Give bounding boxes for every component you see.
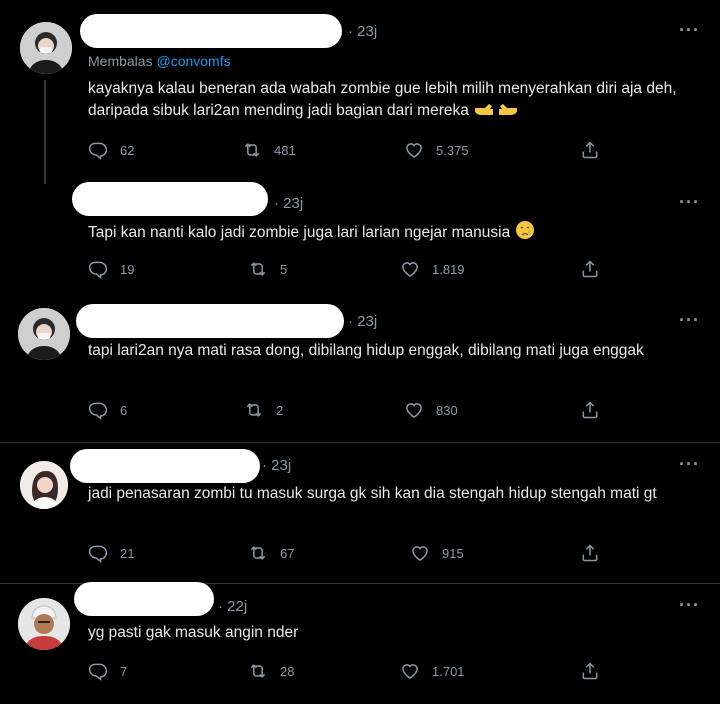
heart-icon (410, 543, 430, 563)
tweet-actions: 7 28 1.701 (88, 661, 608, 683)
tweet-2[interactable]: · 23j ··· Tapi kan nanti kalo jadi zombi… (0, 172, 720, 292)
tweet-text: Tapi kan nanti kalo jadi zombie juga lar… (88, 220, 700, 247)
redacted-username (74, 582, 214, 616)
retweet-button[interactable]: 2 (244, 400, 283, 420)
reply-context: Membalas @convomfs (88, 53, 231, 69)
share-icon (580, 140, 600, 160)
like-count: 1.701 (432, 663, 465, 679)
reply-handle[interactable]: @convomfs (156, 53, 230, 69)
retweet-count: 67 (280, 545, 295, 561)
reply-button[interactable]: 7 (88, 661, 127, 681)
reply-count: 7 (120, 663, 128, 679)
redacted-username (80, 14, 342, 48)
reply-button[interactable]: 21 (88, 543, 134, 563)
share-icon (580, 661, 600, 681)
avatar[interactable] (18, 598, 70, 650)
reply-button[interactable]: 19 (88, 259, 134, 279)
retweet-icon (244, 400, 264, 420)
timestamp[interactable]: · 23j (348, 313, 377, 330)
more-icon[interactable]: ··· (679, 192, 700, 213)
share-button[interactable] (580, 259, 600, 279)
like-button[interactable]: 1.701 (400, 661, 465, 681)
reply-icon (88, 661, 108, 681)
retweet-icon (248, 661, 268, 681)
timestamp[interactable]: · 23j (274, 195, 303, 212)
tweet-3[interactable]: · 23j ··· tapi lari2an nya mati rasa don… (0, 292, 720, 442)
retweet-button[interactable]: 28 (248, 661, 294, 681)
tweet-actions: 19 5 1.819 (88, 259, 608, 281)
reply-count: 19 (120, 261, 135, 277)
share-button[interactable] (580, 661, 600, 681)
share-button[interactable] (580, 400, 600, 420)
retweet-button[interactable]: 481 (242, 140, 296, 160)
pointing-hands-emoji (473, 102, 519, 125)
like-count: 1.819 (432, 261, 465, 277)
timestamp[interactable]: · 23j (262, 457, 291, 474)
tweet-actions: 6 2 830 (88, 400, 608, 422)
share-button[interactable] (580, 140, 600, 160)
like-button[interactable]: 915 (410, 543, 464, 563)
heart-icon (404, 400, 424, 420)
retweet-button[interactable]: 67 (248, 543, 294, 563)
retweet-count: 2 (276, 402, 284, 418)
avatar[interactable] (20, 461, 68, 509)
like-count: 5.375 (436, 142, 469, 158)
reply-count: 6 (120, 402, 128, 418)
heart-icon (400, 259, 420, 279)
heart-icon (400, 661, 420, 681)
share-icon (580, 543, 600, 563)
reply-icon (88, 140, 108, 160)
tweet-1[interactable]: · 23j ··· Membalas @convomfs kayaknya ka… (0, 0, 720, 190)
heart-icon (404, 140, 424, 160)
retweet-count: 481 (274, 142, 296, 158)
tweet-actions: 21 67 915 (88, 543, 608, 565)
share-icon (580, 400, 600, 420)
like-count: 915 (442, 545, 464, 561)
more-icon[interactable]: ··· (679, 595, 700, 616)
reply-button[interactable]: 6 (88, 400, 127, 420)
tweet-actions: 62 481 5.375 (88, 140, 608, 162)
crying-face-emoji (515, 220, 535, 247)
tweet-text: kayaknya kalau beneran ada wabah zombie … (88, 78, 700, 125)
tweet-5[interactable]: · 22j ··· yg pasti gak masuk angin nder … (0, 582, 720, 704)
retweet-count: 28 (280, 663, 295, 679)
timestamp[interactable]: · 22j (218, 598, 247, 615)
redacted-username (76, 304, 344, 338)
timestamp[interactable]: · 23j (348, 23, 377, 40)
more-icon[interactable]: ··· (679, 310, 700, 331)
retweet-icon (248, 259, 268, 279)
like-count: 830 (436, 402, 458, 418)
tweet-text: tapi lari2an nya mati rasa dong, dibilan… (88, 342, 644, 359)
reply-icon (88, 400, 108, 420)
share-button[interactable] (580, 543, 600, 563)
reply-button[interactable]: 62 (88, 140, 134, 160)
retweet-count: 5 (280, 261, 288, 277)
more-icon[interactable]: ··· (679, 20, 700, 41)
avatar[interactable] (18, 308, 70, 360)
retweet-button[interactable]: 5 (248, 259, 287, 279)
reply-icon (88, 543, 108, 563)
reply-icon (88, 259, 108, 279)
avatar[interactable] (20, 184, 72, 236)
share-icon (580, 259, 600, 279)
retweet-icon (242, 140, 262, 160)
redacted-username (70, 449, 260, 483)
tweet-text: jadi penasaran zombi tu masuk surga gk s… (88, 485, 657, 502)
retweet-icon (248, 543, 268, 563)
redacted-username (72, 182, 268, 216)
tweet-text: yg pasti gak masuk angin nder (88, 624, 299, 641)
reply-count: 62 (120, 142, 135, 158)
avatar[interactable] (20, 22, 72, 74)
more-icon[interactable]: ··· (679, 454, 700, 475)
like-button[interactable]: 830 (404, 400, 458, 420)
like-button[interactable]: 5.375 (404, 140, 469, 160)
reply-count: 21 (120, 545, 135, 561)
like-button[interactable]: 1.819 (400, 259, 465, 279)
tweet-4[interactable]: · 23j ··· jadi penasaran zombi tu masuk … (0, 443, 720, 583)
reply-label: Membalas (88, 53, 153, 69)
